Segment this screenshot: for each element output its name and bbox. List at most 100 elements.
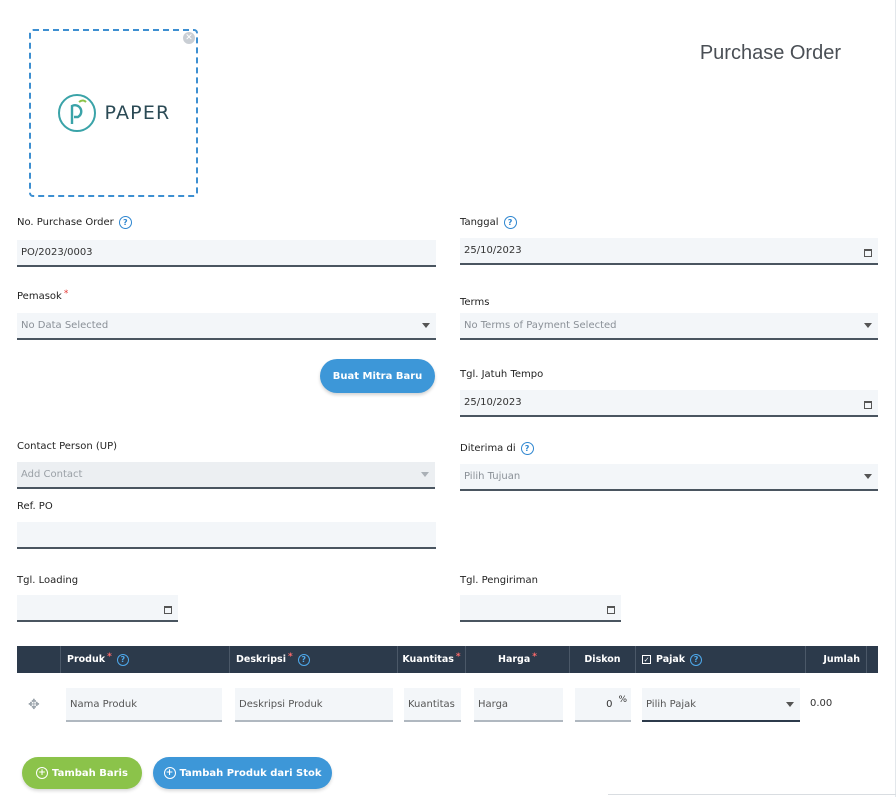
help-icon[interactable]: ?: [297, 653, 310, 666]
help-icon[interactable]: ?: [118, 216, 132, 229]
help-icon[interactable]: ?: [520, 442, 534, 455]
due-date-value: 25/10/2023: [464, 397, 522, 408]
help-icon[interactable]: ?: [503, 216, 517, 229]
supplier-label-text: Pemasok: [17, 291, 62, 302]
received-at-placeholder: Pilih Tujuan: [464, 471, 521, 482]
price-placeholder: Harga: [478, 698, 509, 710]
column-header-description: Deskripsi * ?: [229, 646, 399, 673]
ref-po-input[interactable]: [17, 522, 436, 549]
column-header-discount: Diskon: [569, 646, 635, 673]
required-marker: *: [107, 651, 112, 662]
chevron-down-icon: [864, 474, 872, 479]
description-placeholder: Deskripsi Produk: [239, 698, 323, 710]
items-table-header: Produk * ? Deskripsi * ? Kuantitas * Har…: [17, 646, 878, 673]
drag-handle-icon[interactable]: ✥: [28, 697, 40, 713]
due-date-label-text: Tgl. Jatuh Tempo: [460, 369, 544, 380]
date-label-text: Tanggal: [460, 217, 499, 228]
calendar-icon[interactable]: [864, 400, 872, 409]
tax-placeholder: Pilih Pajak: [646, 698, 697, 710]
received-at-label-text: Diterima di: [460, 443, 516, 454]
column-header-product-text: Produk: [67, 654, 106, 665]
column-header-quantity: Kuantitas *: [397, 646, 465, 673]
percent-unit: %: [618, 695, 627, 705]
logo-upload-area[interactable]: ✕ PAPER: [29, 29, 198, 197]
column-header-product: Produk * ?: [60, 646, 230, 673]
add-from-stock-label: Tambah Produk dari Stok: [179, 767, 322, 779]
required-marker: *: [455, 651, 461, 662]
date-value: 25/10/2023: [464, 245, 522, 256]
new-partner-button[interactable]: Buat Mitra Baru: [320, 359, 435, 393]
date-input[interactable]: 25/10/2023: [460, 238, 878, 265]
loading-date-label-text: Tgl. Loading: [17, 575, 79, 586]
column-header-amount: Jumlah: [805, 646, 866, 673]
column-header-tax: ✓ Pajak ?: [635, 646, 805, 673]
add-row-button[interactable]: + Tambah Baris: [22, 757, 142, 789]
po-number-input[interactable]: PO/2023/0003: [17, 240, 436, 267]
plus-circle-icon: +: [163, 767, 176, 779]
chevron-down-icon: [422, 323, 430, 328]
supplier-label: Pemasok *: [17, 288, 69, 303]
chevron-down-icon: [421, 472, 429, 477]
date-label: Tanggal ?: [460, 216, 517, 229]
due-date-label: Tgl. Jatuh Tempo: [460, 369, 543, 380]
column-header-tax-text: Pajak: [656, 654, 686, 665]
description-input[interactable]: Deskripsi Produk: [235, 688, 393, 722]
add-from-stock-button[interactable]: + Tambah Produk dari Stok: [153, 757, 332, 789]
supplier-placeholder: No Data Selected: [21, 320, 109, 331]
paper-logo-icon: [57, 94, 96, 132]
column-header-price: Harga *: [465, 646, 569, 673]
contact-select[interactable]: Add Contact: [17, 462, 435, 489]
plus-circle-icon: +: [36, 767, 49, 779]
quantity-input[interactable]: Kuantitas: [404, 688, 461, 722]
row-amount: 0.00: [810, 698, 833, 709]
logo-text: PAPER: [104, 102, 171, 124]
help-icon[interactable]: ?: [690, 653, 703, 666]
contact-label: Contact Person (UP): [17, 441, 117, 452]
terms-label: Terms: [460, 297, 489, 308]
chevron-down-icon: [786, 701, 794, 707]
terms-placeholder: No Terms of Payment Selected: [464, 320, 617, 331]
tax-select[interactable]: Pilih Pajak: [642, 688, 800, 722]
supplier-select[interactable]: No Data Selected: [17, 313, 436, 340]
column-header-description-text: Deskripsi: [236, 654, 286, 665]
po-number-label: No. Purchase Order ?: [17, 216, 132, 229]
delivery-date-label-text: Tgl. Pengiriman: [460, 575, 538, 586]
ref-po-label-text: Ref. PO: [17, 501, 53, 512]
add-row-label: Tambah Baris: [52, 767, 128, 779]
received-at-select[interactable]: Pilih Tujuan: [460, 464, 878, 491]
calendar-icon[interactable]: [864, 248, 872, 257]
discount-input[interactable]: 0 %: [575, 688, 631, 722]
loading-date-input[interactable]: [17, 595, 178, 622]
product-input[interactable]: Nama Produk: [66, 688, 222, 722]
delivery-date-label: Tgl. Pengiriman: [460, 575, 538, 586]
ref-po-label: Ref. PO: [17, 501, 53, 512]
due-date-input[interactable]: 25/10/2023: [460, 390, 878, 417]
divider: [608, 794, 896, 795]
contact-label-text: Contact Person (UP): [17, 441, 118, 452]
column-header-discount-text: Diskon: [584, 654, 621, 665]
calendar-icon[interactable]: [607, 605, 615, 614]
company-logo: PAPER: [57, 93, 171, 133]
checkbox-icon[interactable]: ✓: [642, 655, 651, 664]
terms-select[interactable]: No Terms of Payment Selected: [460, 313, 878, 340]
product-placeholder: Nama Produk: [70, 698, 137, 710]
required-marker: *: [63, 288, 69, 299]
received-at-label: Diterima di ?: [460, 442, 534, 455]
terms-label-text: Terms: [460, 297, 490, 308]
column-header-spacer: [866, 646, 878, 673]
required-marker: *: [287, 651, 293, 662]
calendar-icon[interactable]: [164, 605, 172, 614]
column-header-price-text: Harga: [498, 654, 531, 665]
price-input[interactable]: Harga: [474, 688, 563, 722]
po-number-label-text: No. Purchase Order: [17, 217, 114, 228]
purchase-order-card: ✕ PAPER Purchase Order No. Purchase Orde…: [0, 0, 896, 797]
delivery-date-input[interactable]: [460, 595, 621, 622]
po-number-value: PO/2023/0003: [21, 247, 93, 258]
close-icon[interactable]: ✕: [183, 32, 195, 44]
contact-placeholder: Add Contact: [21, 469, 83, 480]
help-icon[interactable]: ?: [116, 653, 129, 666]
chevron-down-icon: [864, 323, 872, 328]
column-header-amount-text: Jumlah: [823, 654, 860, 665]
discount-value: 0: [606, 698, 613, 710]
required-marker: *: [532, 651, 537, 662]
